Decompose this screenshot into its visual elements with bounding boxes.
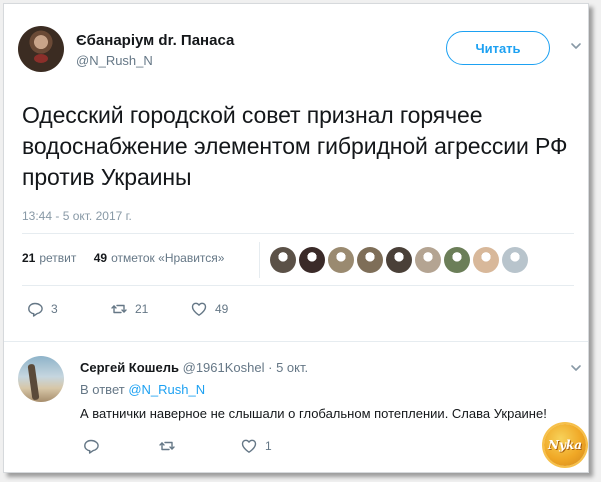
retweets-count: 21 [22,251,36,265]
likes-count: 49 [93,251,108,265]
liker-avatar[interactable] [299,247,325,273]
retweet-count: 21 [135,302,149,316]
stats-separator [259,242,260,278]
liker-avatar[interactable] [357,247,383,273]
reply-icon [28,302,43,317]
like-button[interactable]: 49 [190,300,228,318]
liker-avatars [270,247,528,273]
in-reply-prefix: В ответ [80,382,125,397]
reply-in-reply-to: В ответ @N_Rush_N [80,382,205,397]
reply-separator: · [268,360,273,375]
liker-avatar[interactable] [502,247,528,273]
follow-button[interactable]: Читать [446,31,550,65]
divider [22,285,574,286]
tweet-header: Єбанаріум dr. Панаса @N_Rush_N Читать [18,26,581,86]
reply-author-name[interactable]: Сергей Кошель [80,360,179,375]
chevron-down-icon[interactable] [570,362,582,374]
liker-avatar[interactable] [328,247,354,273]
liker-avatar[interactable] [270,247,296,273]
tweet-card: Єбанаріум dr. Панаса @N_Rush_N Читать Од… [3,3,589,473]
author-avatar[interactable] [18,26,64,72]
liker-avatar[interactable] [415,247,441,273]
reply-count: 3 [51,302,58,316]
author-name[interactable]: Єбанаріум dr. Панаса [76,32,234,49]
retweet-button[interactable]: 21 [110,300,148,318]
retweet-icon [159,441,175,451]
tweet-stats: 21 ретвит 49 отметок «Нравится» [22,251,238,265]
liker-avatar[interactable] [473,247,499,273]
in-reply-handle-link[interactable]: @N_Rush_N [128,382,205,397]
divider [22,233,574,234]
chevron-down-icon[interactable] [570,40,582,52]
likes-stat[interactable]: 49 отметок «Нравится» [94,251,225,265]
reply-text: А ватнички наверное не слышали о глобаль… [80,406,547,421]
liker-avatar[interactable] [444,247,470,273]
reply-reply-button[interactable] [82,437,107,455]
reply-author-avatar[interactable] [18,356,64,402]
reply-button[interactable]: 3 [26,300,58,318]
retweets-stat[interactable]: 21 ретвит [22,251,76,265]
reply-retweet-button[interactable] [158,437,183,455]
likes-label: отметок «Нравится» [111,251,225,265]
tweet-text: Одесский городской совет признал горячее… [22,102,568,190]
reply-header: Сергей Кошель @1961Koshel · 5 окт. [80,360,308,375]
reply-author-handle[interactable]: @1961Koshel [183,360,265,375]
like-icon [241,439,257,453]
author-handle[interactable]: @N_Rush_N [76,53,153,68]
like-icon [191,302,207,316]
reply-icon [84,439,99,454]
retweet-icon [111,304,127,314]
reply-date[interactable]: 5 окт. [276,360,308,375]
reply-like-count: 1 [265,439,272,453]
liker-avatar[interactable] [386,247,412,273]
divider [4,341,588,342]
watermark-logo: Nyka [544,424,586,466]
like-count: 49 [215,302,229,316]
tweet-timestamp[interactable]: 13:44 - 5 окт. 2017 г. [22,209,132,223]
reply-like-button[interactable]: 1 [240,437,272,455]
retweets-label: ретвит [39,251,77,265]
